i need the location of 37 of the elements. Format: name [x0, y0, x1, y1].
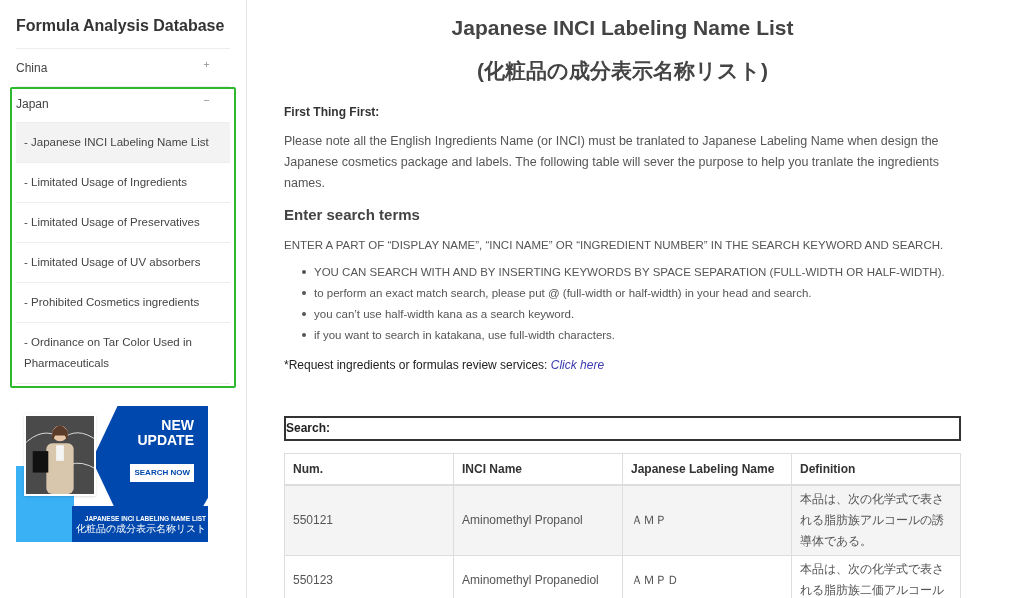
group-label[interactable]: Japan [16, 96, 49, 112]
table-cell: ＡＭＰ [622, 485, 792, 556]
tip-text: YOU CAN SEARCH WITH AND BY INSERTING KEYWORDS BY SPACE SEPARATION (FULL-WIDTH OR HALF-WIDTH). [314, 264, 945, 280]
search-heading: Enter search terms [284, 205, 421, 225]
tip-text: if you want to search in katakana, use full-width characters. [314, 327, 616, 343]
bullet-icon [302, 291, 306, 296]
bullet-icon [302, 333, 306, 338]
tip-text: to perform an exact match search, please put @ (full-width or half-width) in your head and search. [314, 285, 812, 301]
sidebar-item[interactable]: - Limitated Usage of UV absorbers [16, 243, 230, 283]
search-label: Search: [286, 420, 331, 438]
search-instruction: ENTER A PART OF “DISPLAY NAME”, “INCI NAME” OR “INGREDIENT NUMBER” IN THE SEARCH KEYWORD AND SEARCH. [284, 237, 945, 253]
table-cell: 本品は、次の化学式で表される脂肪族アルコールの誘導体である。 [791, 485, 961, 556]
page-subtitle: (化粧品の成分表示名称リスト) [476, 58, 769, 84]
search-field[interactable]: Search: [284, 415, 961, 441]
banner-headline: NEW UPDATE [136, 418, 194, 448]
request-text: *Request ingredients or formulas review services: Click here [284, 356, 606, 374]
group-label[interactable]: China [16, 60, 48, 76]
sidebar-item[interactable]: - Japanese INCI Labeling Name List [16, 123, 230, 163]
intro-paragraph: Please note all the English Ingredients Name (or INCI) must be tranlated to Japanese Labeling Name when design the Japanese cosmetics package and labels. The following table will sever the purpose to help you tranlate the ingredients names. [284, 133, 941, 192]
banner-caption-japanese: 化粧品の成分表示名称リスト [76, 523, 206, 535]
page-title: Japanese INCI Labeling Name List [450, 15, 795, 41]
bullet-icon [302, 312, 306, 317]
minus-icon[interactable] [203, 97, 210, 104]
sidebar-item[interactable]: - Limitated Usage of Preservatives [16, 203, 230, 243]
table-cell: 550121 [284, 485, 454, 556]
intro-heading: First Thing First: [284, 104, 381, 121]
table-cell: Aminomethyl Propanol [453, 485, 623, 556]
plus-icon[interactable] [203, 61, 210, 68]
sidebar-title: Formula Analysis Database [16, 14, 230, 49]
search-now-button[interactable]: SEARCH NOW [130, 464, 194, 482]
tip-text: you can’t use half-width kana as a search keyword. [314, 306, 575, 322]
click-here-link[interactable]: Click here [550, 357, 605, 372]
table-cell: 550123 [284, 555, 454, 598]
sidebar-item[interactable]: - Ordinance on Tar Color Used in Pharmaceuticals [16, 323, 230, 384]
sidebar-item[interactable]: - Prohibited Cosmetics ingredients [16, 283, 230, 323]
bullet-icon [302, 270, 306, 275]
sidebar-item[interactable]: - Limitated Usage of Ingredients [16, 163, 230, 203]
